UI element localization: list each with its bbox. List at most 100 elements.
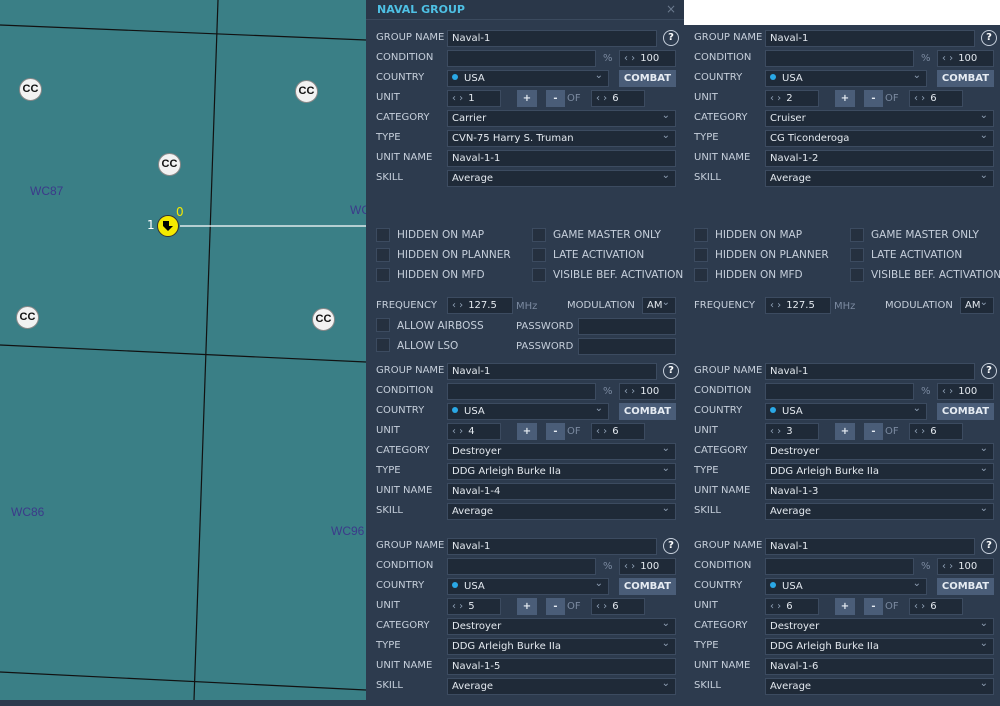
stepper-arrows-icon[interactable]: ‹ › [624, 386, 635, 397]
checkbox[interactable] [694, 228, 708, 242]
country-select[interactable]: USA [447, 403, 609, 420]
condition-input[interactable] [447, 383, 596, 400]
remove-unit-button[interactable]: - [546, 90, 565, 107]
category-select[interactable]: Destroyer [765, 443, 994, 460]
remove-unit-button[interactable]: - [864, 423, 883, 440]
condition-input[interactable] [765, 50, 914, 67]
map-unit-cc[interactable]: CC [295, 80, 318, 103]
group-name-input[interactable]: Naval-1 [447, 363, 657, 380]
combat-button[interactable]: COMBAT [937, 578, 994, 595]
condition-input[interactable] [765, 558, 914, 575]
lso-password-input[interactable] [578, 338, 676, 355]
stepper-arrows-icon[interactable]: ‹ › [942, 386, 953, 397]
category-select[interactable]: Destroyer [447, 618, 676, 635]
combat-button[interactable]: COMBAT [619, 403, 676, 420]
modulation-select[interactable]: AM [642, 297, 676, 314]
stepper-arrows-icon[interactable]: ‹ › [452, 601, 463, 612]
skill-select[interactable]: Average [765, 678, 994, 695]
skill-select[interactable]: Average [447, 170, 676, 187]
condition-input[interactable] [447, 50, 596, 67]
unit-name-input[interactable]: Naval-1-1 [447, 150, 676, 167]
category-select[interactable]: Destroyer [447, 443, 676, 460]
checkbox[interactable] [532, 268, 546, 282]
frequency-stepper[interactable]: ‹ › 127.5 [447, 297, 513, 314]
map-unit-cc[interactable]: CC [312, 308, 335, 331]
map-unit-cc[interactable]: CC [16, 306, 39, 329]
checkbox[interactable] [850, 268, 864, 282]
stepper-arrows-icon[interactable]: ‹ › [914, 601, 925, 612]
stepper-arrows-icon[interactable]: ‹ › [624, 53, 635, 64]
category-select[interactable]: Destroyer [765, 618, 994, 635]
help-icon[interactable]: ? [663, 538, 679, 554]
stepper-arrows-icon[interactable]: ‹ › [452, 426, 463, 437]
unit-stepper[interactable]: ‹ › 1 [447, 90, 501, 107]
remove-unit-button[interactable]: - [864, 598, 883, 615]
remove-unit-button[interactable]: - [546, 423, 565, 440]
unit-count-stepper[interactable]: ‹ › 6 [909, 90, 963, 107]
unit-stepper[interactable]: ‹ › 2 [765, 90, 819, 107]
add-unit-button[interactable]: + [517, 423, 537, 440]
checkbox[interactable] [850, 248, 864, 262]
checkbox[interactable] [850, 228, 864, 242]
unit-stepper[interactable]: ‹ › 5 [447, 598, 501, 615]
country-select[interactable]: USA [765, 70, 927, 87]
unit-stepper[interactable]: ‹ › 6 [765, 598, 819, 615]
allow-lso-checkbox[interactable] [376, 338, 390, 352]
stepper-arrows-icon[interactable]: ‹ › [770, 426, 781, 437]
checkbox[interactable] [694, 248, 708, 262]
help-icon[interactable]: ? [981, 30, 997, 46]
combat-button[interactable]: COMBAT [619, 578, 676, 595]
checkbox[interactable] [694, 268, 708, 282]
stepper-arrows-icon[interactable]: ‹ › [596, 426, 607, 437]
combat-button[interactable]: COMBAT [937, 70, 994, 87]
unit-name-input[interactable]: Naval-1-3 [765, 483, 994, 500]
help-icon[interactable]: ? [663, 30, 679, 46]
help-icon[interactable]: ? [981, 363, 997, 379]
group-name-input[interactable]: Naval-1 [765, 363, 975, 380]
unit-count-stepper[interactable]: ‹ › 6 [591, 90, 645, 107]
stepper-arrows-icon[interactable]: ‹ › [596, 93, 607, 104]
skill-select[interactable]: Average [447, 678, 676, 695]
country-select[interactable]: USA [765, 403, 927, 420]
add-unit-button[interactable]: + [517, 90, 537, 107]
checkbox[interactable] [532, 228, 546, 242]
condition-stepper[interactable]: ‹ › 100 [619, 383, 676, 400]
help-icon[interactable]: ? [663, 363, 679, 379]
stepper-arrows-icon[interactable]: ‹ › [596, 601, 607, 612]
type-select[interactable]: DDG Arleigh Burke IIa [765, 463, 994, 480]
add-unit-button[interactable]: + [835, 598, 855, 615]
unit-stepper[interactable]: ‹ › 3 [765, 423, 819, 440]
help-icon[interactable]: ? [981, 538, 997, 554]
combat-button[interactable]: COMBAT [619, 70, 676, 87]
condition-stepper[interactable]: ‹ › 100 [619, 558, 676, 575]
type-select[interactable]: DDG Arleigh Burke IIa [447, 638, 676, 655]
stepper-arrows-icon[interactable]: ‹ › [624, 561, 635, 572]
condition-input[interactable] [765, 383, 914, 400]
unit-name-input[interactable]: Naval-1-6 [765, 658, 994, 675]
stepper-arrows-icon[interactable]: ‹ › [914, 426, 925, 437]
category-select[interactable]: Carrier [447, 110, 676, 127]
country-select[interactable]: USA [447, 70, 609, 87]
map-view[interactable]: CC CC CC CC CC WC87 WC9 WC86 WC96 1 0 [0, 0, 366, 700]
skill-select[interactable]: Average [447, 503, 676, 520]
stepper-arrows-icon[interactable]: ‹ › [942, 561, 953, 572]
type-select[interactable]: CVN-75 Harry S. Truman [447, 130, 676, 147]
checkbox[interactable] [376, 228, 390, 242]
unit-count-stepper[interactable]: ‹ › 6 [909, 423, 963, 440]
unit-name-input[interactable]: Naval-1-5 [447, 658, 676, 675]
add-unit-button[interactable]: + [835, 423, 855, 440]
group-name-input[interactable]: Naval-1 [765, 30, 975, 47]
add-unit-button[interactable]: + [835, 90, 855, 107]
checkbox[interactable] [376, 268, 390, 282]
stepper-arrows-icon[interactable]: ‹ › [452, 93, 463, 104]
category-select[interactable]: Cruiser [765, 110, 994, 127]
skill-select[interactable]: Average [765, 170, 994, 187]
group-name-input[interactable]: Naval-1 [447, 538, 657, 555]
add-unit-button[interactable]: + [517, 598, 537, 615]
condition-stepper[interactable]: ‹ › 100 [937, 50, 994, 67]
close-icon[interactable]: × [666, 2, 676, 16]
condition-input[interactable] [447, 558, 596, 575]
country-select[interactable]: USA [447, 578, 609, 595]
stepper-arrows-icon[interactable]: ‹ › [770, 601, 781, 612]
frequency-stepper[interactable]: ‹ › 127.5 [765, 297, 831, 314]
